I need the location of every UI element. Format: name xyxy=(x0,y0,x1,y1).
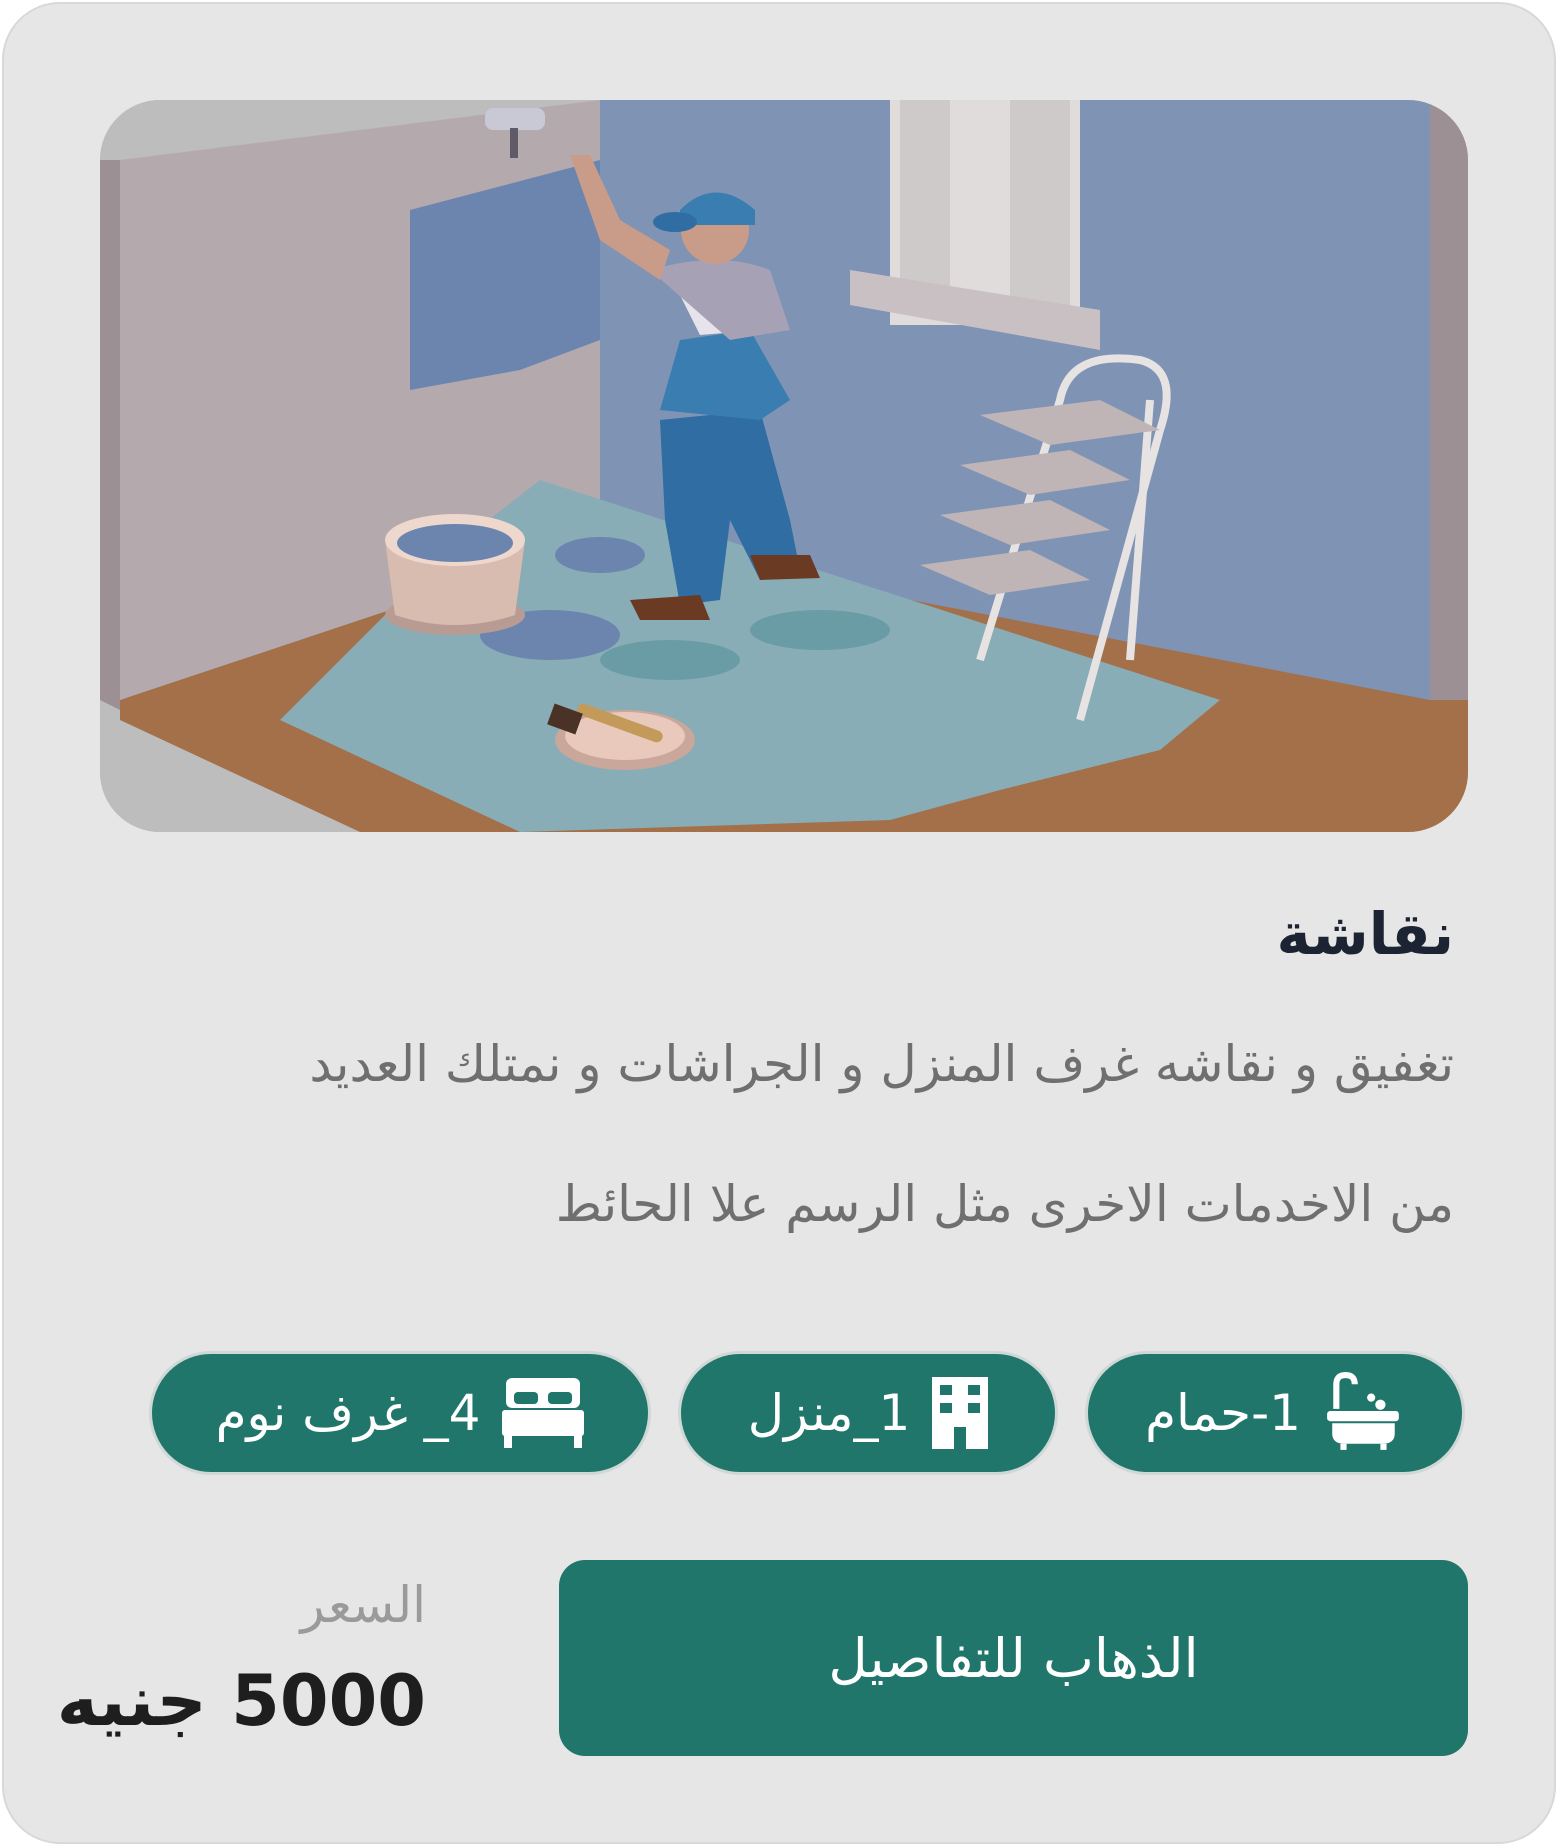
bedrooms-label: 4_ غرف نوم xyxy=(215,1384,481,1442)
feature-chip-bedrooms: 4_ غرف نوم xyxy=(149,1351,651,1475)
details-button[interactable]: الذهاب للتفاصيل xyxy=(559,1560,1468,1756)
description-line-1: تغفيق و نقاشه غرف المنزل و الجراشات و نم… xyxy=(309,1035,1454,1093)
price-value: 5000 جنيه xyxy=(56,1660,426,1742)
building-icon xyxy=(932,1377,989,1449)
description-line-2: من الاخدمات الاخرى مثل الرسم علا الحائط xyxy=(555,1175,1454,1233)
bed-icon xyxy=(502,1378,585,1448)
price-label: السعر xyxy=(300,1576,426,1634)
feature-chip-bathroom: 1-حمام xyxy=(1085,1351,1465,1475)
bathtub-icon xyxy=(1327,1372,1399,1450)
service-title: نقاشة xyxy=(1276,900,1454,968)
feature-chip-house: 1_منزل xyxy=(678,1351,1058,1475)
house-label: 1_منزل xyxy=(747,1384,911,1442)
bathroom-label: 1-حمام xyxy=(1145,1384,1301,1442)
service-description: تغفيق و نقاشه غرف المنزل و الجراشات و نم… xyxy=(104,994,1454,1274)
service-card: نقاشة تغفيق و نقاشه غرف المنزل و الجراشا… xyxy=(2,2,1556,1844)
service-image xyxy=(100,100,1468,832)
